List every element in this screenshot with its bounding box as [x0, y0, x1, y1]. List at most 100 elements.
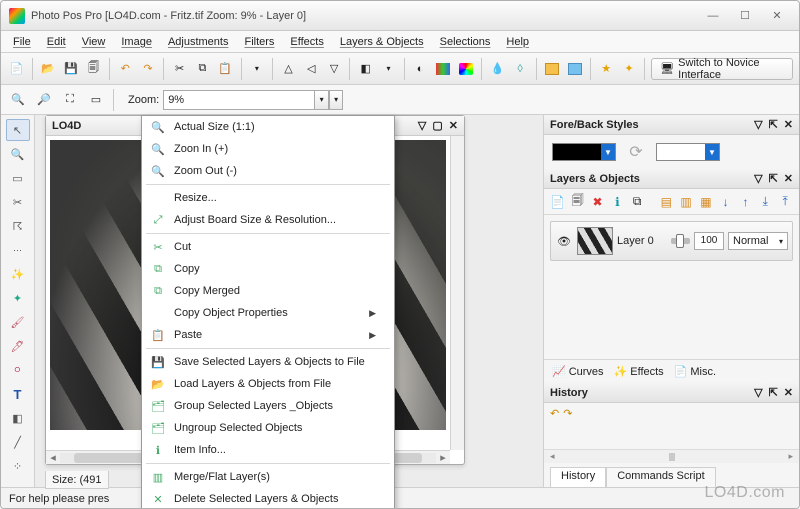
layer-new-icon[interactable]: 📄: [550, 193, 566, 211]
context-item[interactable]: 🗂Ungroup Selected Objects: [142, 417, 394, 439]
open-button[interactable]: 📂: [39, 58, 58, 80]
history-scroll[interactable]: ◂ ▸: [544, 449, 799, 463]
swap-colors-icon[interactable]: ⟳: [624, 140, 648, 164]
tab-history[interactable]: History: [550, 467, 606, 487]
menu-effects[interactable]: Effects: [282, 34, 331, 50]
layer-bottom-icon[interactable]: ⤓: [757, 193, 773, 211]
context-item[interactable]: ℹItem Info...: [142, 439, 394, 461]
paste-button[interactable]: 📋: [216, 58, 235, 80]
blur-icon[interactable]: 💧: [488, 58, 507, 80]
zoom-out-icon[interactable]: 🔎: [33, 89, 55, 111]
new-button[interactable]: 📄: [7, 58, 26, 80]
tab-misc[interactable]: 📄 Misc.: [674, 365, 716, 378]
menu-image[interactable]: Image: [113, 34, 160, 50]
menu-file[interactable]: File: [5, 34, 39, 50]
sparkle-icon[interactable]: ✦: [620, 58, 639, 80]
tool-healing[interactable]: ✦: [6, 287, 30, 309]
save-button[interactable]: 💾: [61, 58, 80, 80]
palette-icon[interactable]: [434, 58, 453, 80]
zoom-in-icon[interactable]: 🔍: [7, 89, 29, 111]
undo-button[interactable]: ↶: [116, 58, 135, 80]
context-item[interactable]: ✂Cut: [142, 236, 394, 258]
cut-button[interactable]: ✂: [170, 58, 189, 80]
layer-dup-icon[interactable]: 🗐: [570, 193, 586, 211]
context-item[interactable]: Resize...: [142, 187, 394, 209]
levels-icon[interactable]: ◧: [356, 58, 375, 80]
context-item[interactable]: Copy Object Properties▶: [142, 302, 394, 324]
menu-selections[interactable]: Selections: [432, 34, 499, 50]
layer-down-icon[interactable]: ↓: [718, 193, 734, 211]
contrast-icon[interactable]: ◐: [411, 58, 430, 80]
close-button[interactable]: ✕: [763, 7, 791, 25]
context-item[interactable]: 🔍Actual Size (1:1): [142, 116, 394, 138]
maximize-button[interactable]: ☐: [731, 7, 759, 25]
picture-icon[interactable]: [542, 58, 561, 80]
zoom-dropdown-extra[interactable]: ▾: [329, 90, 343, 110]
context-item[interactable]: ⤢Adjust Board Size & Resolution...: [142, 209, 394, 231]
layer-props-icon[interactable]: ℹ: [609, 193, 625, 211]
tool-text[interactable]: T: [6, 383, 30, 405]
context-item[interactable]: 🔍Zoon In (+): [142, 138, 394, 160]
copy-button[interactable]: ⧉: [193, 58, 212, 80]
layer-align3-icon[interactable]: ▦: [698, 193, 714, 211]
context-item[interactable]: 🔍Zoom Out (-): [142, 160, 394, 182]
layer-opacity-value[interactable]: 100: [694, 232, 724, 250]
context-item[interactable]: 💾Save Selected Layers & Objects to File: [142, 351, 394, 373]
layer-blend-select[interactable]: Normal▾: [728, 232, 788, 250]
menu-edit[interactable]: Edit: [39, 34, 74, 50]
menu-filters[interactable]: Filters: [236, 34, 282, 50]
tool-move[interactable]: ↖: [6, 119, 30, 141]
panel-history-menu-icon[interactable]: ▽: [754, 386, 762, 399]
doc-min-icon[interactable]: ▽: [418, 119, 426, 132]
layer-align1-icon[interactable]: ▤: [658, 193, 674, 211]
panel-layers-close-icon[interactable]: ✕: [784, 172, 793, 185]
tool-transform[interactable]: ⋯: [6, 239, 30, 261]
panel-foreback-menu-icon[interactable]: ▽: [754, 118, 762, 131]
context-item[interactable]: ⧉Copy Merged: [142, 280, 394, 302]
tool-magic-wand[interactable]: ✨: [6, 263, 30, 285]
foreground-swatch[interactable]: ▼: [552, 143, 616, 161]
switch-novice-button[interactable]: 🖥 Switch to Novice Interface: [651, 58, 793, 80]
panel-history-pin-icon[interactable]: ⇱: [769, 386, 778, 399]
zoom-combo[interactable]: [163, 90, 315, 110]
layer-align2-icon[interactable]: ▥: [678, 193, 694, 211]
doc-max-icon[interactable]: ▢: [432, 119, 442, 132]
panel-layers-menu-icon[interactable]: ▽: [754, 172, 762, 185]
menu-layers-objects[interactable]: Layers & Objects: [332, 34, 432, 50]
panel-history-close-icon[interactable]: ✕: [784, 386, 793, 399]
actual-size-icon[interactable]: ▭: [85, 89, 107, 111]
save-copy-button[interactable]: 🗐: [84, 58, 103, 80]
panel-foreback-close-icon[interactable]: ✕: [784, 118, 793, 131]
layer-delete-icon[interactable]: ✖: [590, 193, 606, 211]
tab-commands-script[interactable]: Commands Script: [606, 467, 715, 487]
star-icon[interactable]: ★: [597, 58, 616, 80]
context-item[interactable]: ✕Delete Selected Layers & Objects: [142, 488, 394, 509]
doc-close-icon[interactable]: ✕: [449, 119, 458, 132]
redo-button[interactable]: ↷: [139, 58, 158, 80]
tool-zoom[interactable]: 🔍: [6, 143, 30, 165]
rotate-icon[interactable]: ▽: [325, 58, 344, 80]
dropdown-1[interactable]: ▾: [247, 58, 266, 80]
layer-up-icon[interactable]: ↑: [738, 193, 754, 211]
fit-screen-icon[interactable]: ⛶: [59, 89, 81, 111]
menu-adjustments[interactable]: Adjustments: [160, 34, 237, 50]
layer-top-icon[interactable]: ⤒: [777, 193, 793, 211]
sharpen-icon[interactable]: ◊: [511, 58, 530, 80]
context-item[interactable]: ⧉Copy: [142, 258, 394, 280]
zoom-dropdown[interactable]: ▾: [315, 90, 329, 110]
flip-v-icon[interactable]: ◁: [302, 58, 321, 80]
doc-vscroll[interactable]: [450, 136, 464, 450]
tab-curves[interactable]: 📈 Curves: [552, 365, 604, 378]
panel-foreback-pin-icon[interactable]: ⇱: [769, 118, 778, 131]
tool-shape[interactable]: ဝ: [6, 359, 30, 381]
background-swatch[interactable]: ▼: [656, 143, 720, 161]
context-item[interactable]: ▥Merge/Flat Layer(s): [142, 466, 394, 488]
tool-lasso[interactable]: ☈: [6, 215, 30, 237]
context-item[interactable]: 📋Paste▶: [142, 324, 394, 346]
hsv-icon[interactable]: [456, 58, 475, 80]
history-redo-icon[interactable]: ↷: [563, 407, 572, 420]
history-undo-icon[interactable]: ↶: [550, 407, 559, 420]
layer-clip-icon[interactable]: ⧉: [629, 193, 645, 211]
tool-gradient[interactable]: ◧: [6, 407, 30, 429]
tool-brush[interactable]: 🖌: [6, 311, 30, 333]
